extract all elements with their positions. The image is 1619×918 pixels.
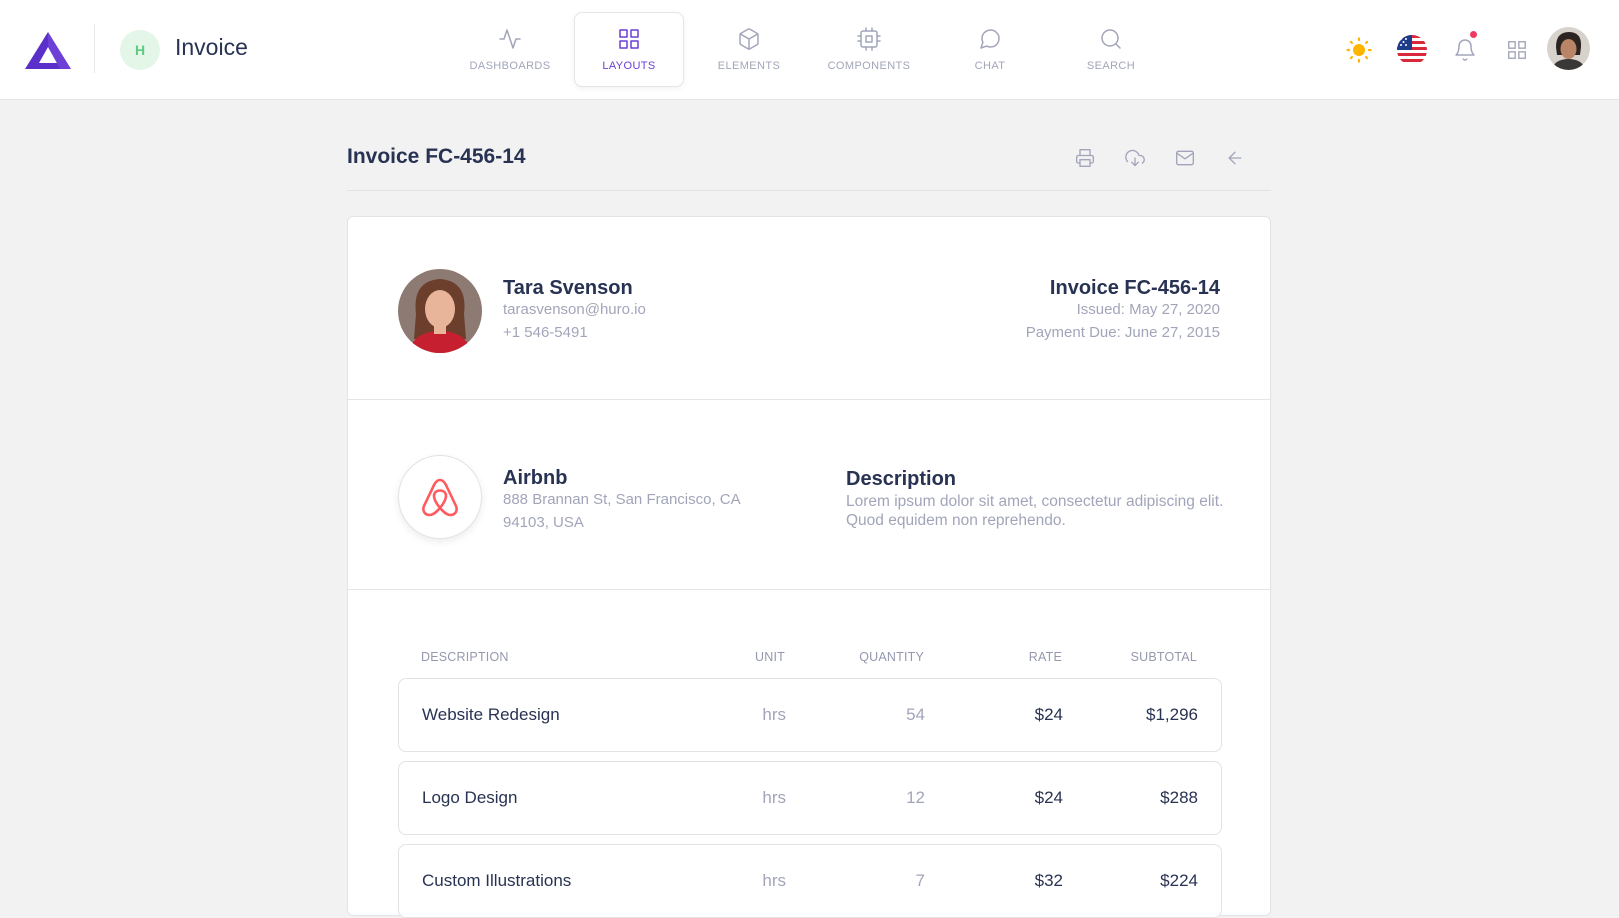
nav-elements[interactable]: Elements <box>694 12 804 87</box>
column-header-quantity: Quantity <box>859 650 924 664</box>
item-unit: hrs <box>762 871 786 890</box>
nav-label: Dashboards <box>469 60 551 72</box>
download-cloud-icon <box>1125 149 1145 167</box>
sun-icon <box>1346 37 1372 63</box>
invoice-number: Invoice FC-456-14 <box>1049 277 1220 299</box>
apps-grid-icon <box>1508 41 1526 59</box>
company-name: Airbnb <box>503 467 568 489</box>
column-header-unit: Unit <box>755 650 785 664</box>
section-divider <box>348 589 1270 590</box>
item-description: Logo Design <box>422 788 518 807</box>
nav-label: Layouts <box>602 60 656 72</box>
item-description: Custom Illustrations <box>422 871 572 890</box>
company-address: 888 Brannan St, San Francisco, CA 94103,… <box>503 491 740 531</box>
invoice-card: Tara Svenson tarasvenson@huro.io +1 546-… <box>347 216 1271 918</box>
item-quantity: 7 <box>915 871 925 890</box>
item-quantity: 12 <box>906 788 925 807</box>
apps-button[interactable] <box>1497 30 1537 70</box>
notifications-button[interactable] <box>1445 30 1485 70</box>
table-row: Custom Illustrations hrs 7 $32 $224 <box>398 844 1222 918</box>
nav-layouts[interactable]: Layouts <box>574 12 684 87</box>
item-unit: hrs <box>762 705 786 724</box>
activity-icon <box>499 29 521 49</box>
description-title: Description <box>846 468 957 490</box>
top-navbar: H Invoice Dashboards Layouts Elements Co… <box>0 0 1619 100</box>
column-header-subtotal: Subtotal <box>1130 650 1197 664</box>
arrow-left-icon <box>1228 151 1242 165</box>
table-row: Logo Design hrs 12 $24 $288 <box>398 761 1222 835</box>
airbnb-logo-icon <box>422 478 458 517</box>
nav-dashboards[interactable]: Dashboards <box>455 12 565 87</box>
item-subtotal: $224 <box>1160 871 1198 890</box>
us-flag-icon <box>1397 35 1427 65</box>
client-phone: +1 546-5491 <box>503 324 588 341</box>
app-logo[interactable] <box>24 30 72 70</box>
item-unit: hrs <box>762 788 786 807</box>
item-rate: $32 <box>1034 871 1063 890</box>
client-avatar <box>398 269 482 353</box>
description-text: Lorem ipsum dolor sit amet, consectetur … <box>846 493 1224 529</box>
notification-dot <box>1470 31 1477 38</box>
print-button[interactable] <box>1070 143 1100 173</box>
nav-search[interactable]: Search <box>1056 12 1166 87</box>
nav-chat[interactable]: Chat <box>935 12 1045 87</box>
project-avatar[interactable]: H <box>120 30 160 70</box>
bell-icon <box>1455 39 1475 61</box>
nav-label: Components <box>827 60 911 72</box>
client-email: tarasvenson@huro.io <box>503 301 646 318</box>
cpu-icon <box>857 27 881 51</box>
back-button[interactable] <box>1220 143 1250 173</box>
nav-label: Search <box>1086 60 1136 72</box>
email-button[interactable] <box>1170 143 1200 173</box>
item-description: Website Redesign <box>422 705 560 724</box>
box-icon <box>739 28 759 50</box>
search-icon <box>1101 29 1121 49</box>
invoice-header: Invoice FC-456-14 <box>347 135 1271 191</box>
download-button[interactable] <box>1120 143 1150 173</box>
column-header-rate: Rate <box>1028 650 1062 664</box>
item-rate: $24 <box>1034 705 1063 724</box>
company-logo <box>398 455 482 539</box>
page-title: Invoice <box>175 34 248 60</box>
client-avatar-image <box>398 269 482 353</box>
grid-icon <box>619 29 639 49</box>
item-subtotal: $1,296 <box>1146 705 1198 724</box>
section-divider <box>348 399 1270 400</box>
printer-icon <box>1076 149 1094 167</box>
item-subtotal: $288 <box>1160 788 1198 807</box>
payment-due-date: Payment Due: June 27, 2015 <box>1025 324 1220 341</box>
user-avatar-image <box>1547 27 1590 70</box>
user-avatar[interactable] <box>1547 27 1590 70</box>
nav-label: Chat <box>974 60 1006 72</box>
language-button[interactable] <box>1392 30 1432 70</box>
nav-label: Elements <box>717 60 781 72</box>
client-name: Tara Svenson <box>503 277 633 299</box>
column-header-description: Description <box>421 650 509 664</box>
message-circle-icon <box>980 29 1000 49</box>
item-rate: $24 <box>1034 788 1063 807</box>
table-row: Website Redesign hrs 54 $24 $1,296 <box>398 678 1222 752</box>
nav-components[interactable]: Components <box>814 12 924 87</box>
mail-icon <box>1176 150 1194 166</box>
brand-divider <box>94 24 95 73</box>
theme-toggle-button[interactable] <box>1339 30 1379 70</box>
invoice-heading: Invoice FC-456-14 <box>347 145 526 168</box>
issued-date: Issued: May 27, 2020 <box>1076 301 1220 318</box>
item-quantity: 54 <box>906 705 925 724</box>
